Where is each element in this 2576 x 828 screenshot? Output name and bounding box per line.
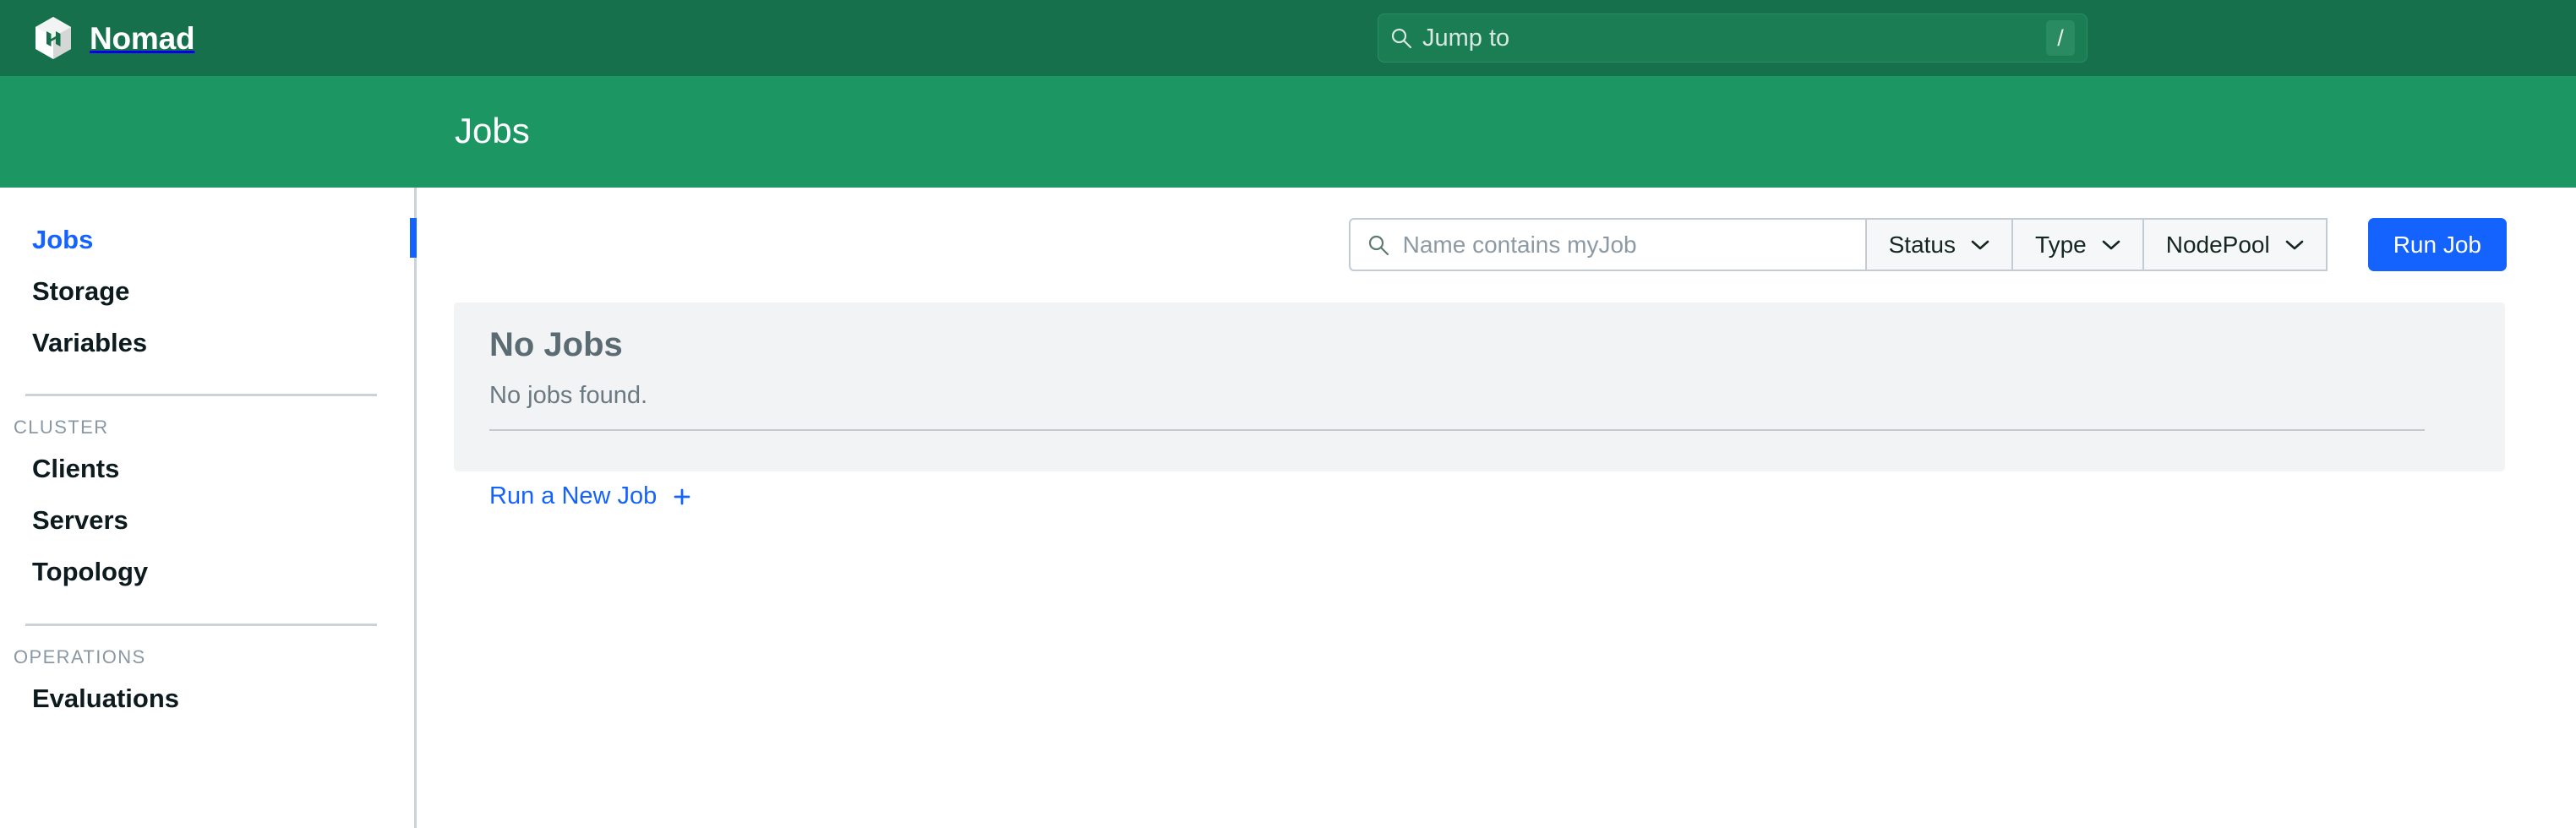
plus-icon [672,487,692,507]
sidebar-section-label-operations: OPERATIONS [14,646,146,667]
run-a-new-job-link[interactable]: Run a New Job [489,484,692,509]
brand-name: Nomad [90,20,195,56]
sidebar-operations-list: Evaluations [0,673,414,725]
run-a-new-job-label: Run a New Job [489,482,658,509]
sidebar-item-clients[interactable]: Clients [0,444,414,495]
sidebar-item-label: Topology [32,556,149,586]
sidebar-primary-list: Jobs Storage Variables [0,188,417,369]
page-title: Jobs [455,111,530,150]
chevron-down-icon [1971,239,1989,251]
sidebar: Jobs Storage Variables CLUSTER Clients S… [0,188,417,828]
brand-home-link[interactable]: Nomad [34,16,195,60]
sidebar-item-label: Storage [32,275,130,306]
chevron-down-icon [2102,239,2120,251]
sidebar-item-label: Variables [32,327,148,357]
search-input[interactable] [1402,231,1848,259]
search-shortcut-badge: / [2046,20,2075,56]
empty-state-title: No Jobs [489,326,623,363]
top-navigation-bar: Nomad Jump to / [0,0,2576,76]
filter-nodepool-dropdown[interactable]: NodePool [2143,218,2328,271]
filter-status-dropdown[interactable]: Status [1866,218,2014,271]
search-field-wrapper[interactable] [1348,218,1867,271]
empty-state-divider [489,429,2425,431]
sidebar-cluster-list: Clients Servers Topology [0,444,414,597]
global-search-label: Jump to [1422,24,1510,52]
global-search-jump-to[interactable]: Jump to / [1378,14,2088,63]
sidebar-item-servers[interactable]: Servers [0,495,414,547]
filter-label: Type [2035,231,2087,258]
empty-state-panel: No Jobs No jobs found. Run a New Job [454,302,2505,509]
chevron-down-icon [2285,239,2304,251]
sidebar-item-variables[interactable]: Variables [0,318,414,369]
sidebar-item-label: Clients [32,454,120,484]
sidebar-item-jobs[interactable]: Jobs [0,215,417,266]
sidebar-item-topology[interactable]: Topology [0,547,414,598]
sidebar-item-label: Servers [32,505,128,535]
sidebar-item-label: Evaluations [32,683,179,713]
search-icon [1367,234,1403,256]
sidebar-item-storage[interactable]: Storage [0,266,414,318]
nomad-cube-logo-icon [34,16,73,60]
page-header-band: Jobs [0,76,2576,188]
run-job-button[interactable]: Run Job [2367,218,2507,271]
jobs-toolbar: Status Type NodePool Run Jo [1348,218,2507,271]
filter-type-dropdown[interactable]: Type [2013,218,2144,271]
sidebar-section-label-cluster: CLUSTER [14,417,109,439]
empty-state-message: No jobs found. [489,382,648,409]
filter-label: NodePool [2165,231,2270,258]
filter-label: Status [1888,231,1957,258]
sidebar-item-label: Jobs [32,225,94,254]
main-content: Status Type NodePool Run Jo [419,188,2576,828]
sidebar-item-evaluations[interactable]: Evaluations [0,673,414,725]
search-icon [1390,27,1422,49]
